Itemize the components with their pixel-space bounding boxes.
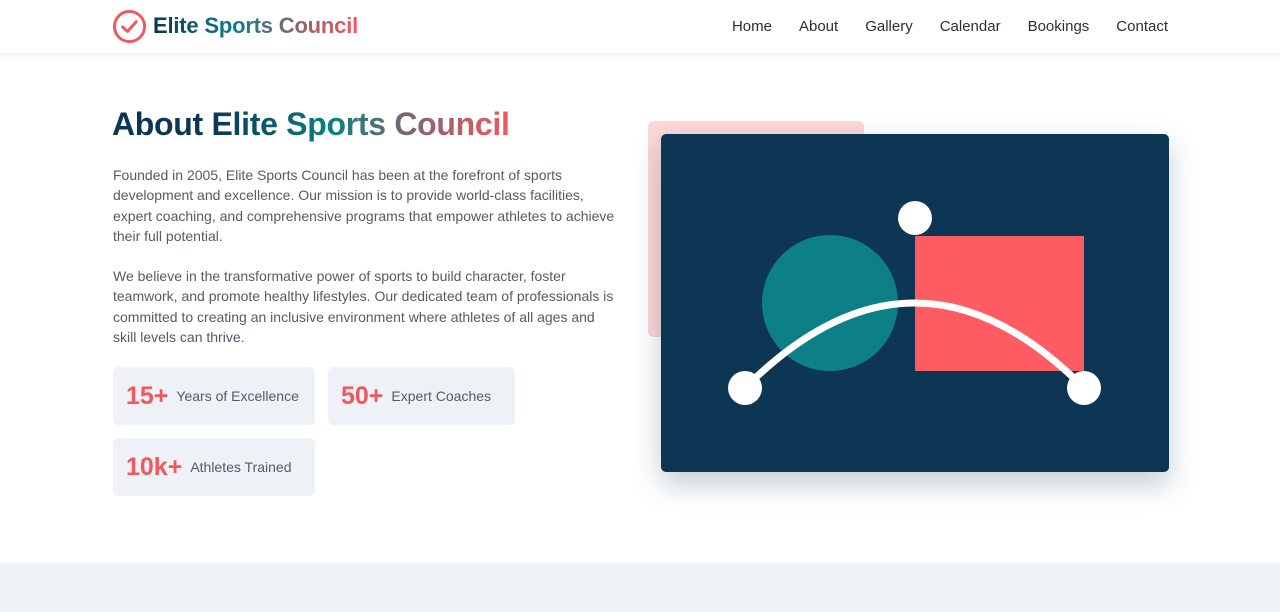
nav-contact-link[interactable]: Contact [1116, 18, 1168, 35]
stat-value: 15+ [126, 381, 169, 410]
stat-label: Years of Excellence [176, 388, 299, 404]
nav-about-link[interactable]: About [799, 18, 838, 35]
stat-card-athletes: 10k+ Athletes Trained [113, 438, 315, 496]
control-point-left [728, 371, 762, 405]
check-circle-icon [112, 9, 147, 43]
stat-value: 50+ [341, 381, 384, 410]
about-heading: About Elite Sports Council [112, 106, 510, 143]
about-heading-highlight: Elite Sports Council [211, 106, 510, 142]
control-point-right [1067, 371, 1101, 405]
about-paragraph-values: We believe in the transformative power o… [113, 268, 614, 345]
nav-gallery-link[interactable]: Gallery [865, 18, 913, 35]
stat-value: 10k+ [126, 452, 183, 481]
brand-logo[interactable]: Elite Sports Council [112, 8, 358, 44]
brand-name: Elite Sports Council [153, 13, 359, 38]
control-point-top [898, 201, 932, 235]
nav-home-link[interactable]: Home [732, 18, 772, 35]
navbar: Elite Sports Council Home About Gallery … [0, 0, 1280, 53]
about-heading-prefix: About [112, 106, 203, 142]
about-paragraph-history: Founded in 2005, Elite Sports Council ha… [113, 167, 615, 244]
stat-label: Expert Coaches [391, 388, 492, 404]
stat-card-coaches: 50+ Expert Coaches [328, 367, 515, 425]
stat-card-years: 15+ Years of Excellence [113, 367, 315, 425]
stat-label: Athletes Trained [190, 459, 292, 475]
next-section-band [0, 563, 1280, 612]
nav-calendar-link[interactable]: Calendar [940, 18, 1001, 35]
nav-bookings-link[interactable]: Bookings [1028, 18, 1090, 35]
abstract-shapes-illustration [728, 201, 1101, 405]
about-illustration [661, 134, 1169, 472]
main-nav: Home About Gallery Calendar Bookings Con… [705, 0, 1168, 52]
